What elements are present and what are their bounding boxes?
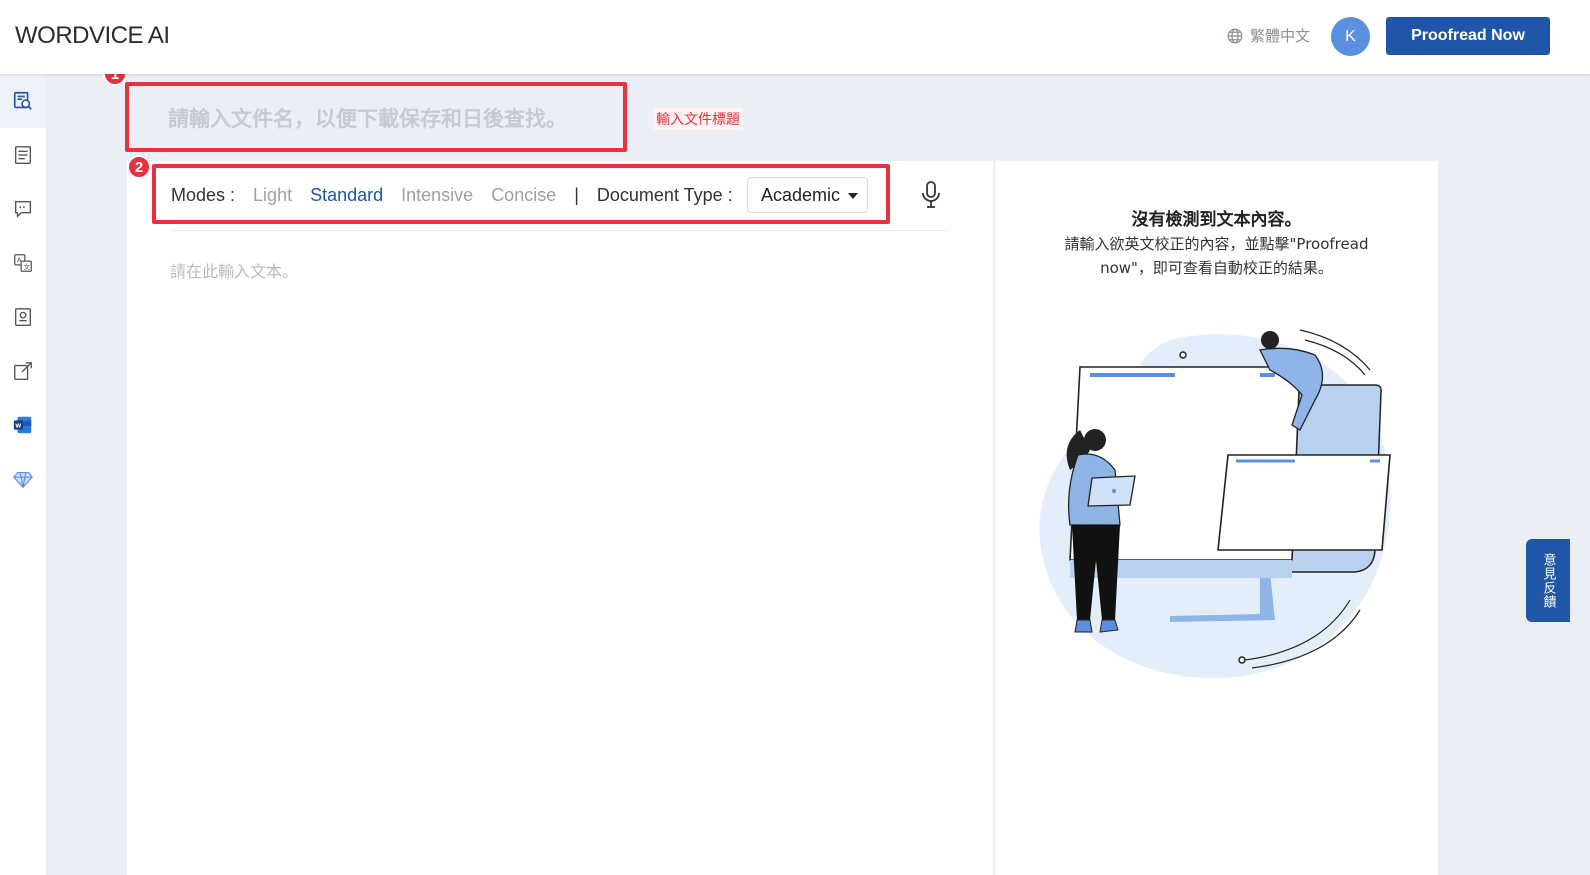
sidebar-item-paraphrase[interactable] <box>0 182 46 236</box>
mode-light[interactable]: Light <box>253 185 292 206</box>
sidebar-item-word[interactable]: W <box>0 398 46 452</box>
title-annotation: 輸入文件標題 <box>653 108 743 130</box>
caret-down-icon <box>848 193 858 199</box>
document-list-icon <box>14 146 32 164</box>
step-badge-2: 2 <box>127 155 151 179</box>
mode-standard[interactable]: Standard <box>310 185 383 206</box>
logo[interactable]: WORDVICE AI <box>15 22 170 50</box>
toolbar-divider <box>170 230 949 231</box>
empty-state-description: 請輸入欲英文校正的內容，並點擊"Proofread now"，即可查看自動校正的… <box>1064 235 1369 277</box>
sidebar-item-documents[interactable] <box>0 128 46 182</box>
empty-state-illustration <box>1039 329 1391 679</box>
microphone-icon[interactable] <box>920 180 942 210</box>
sidebar: A 文 W <box>0 74 46 875</box>
svg-text:W: W <box>15 423 21 429</box>
sidebar-item-external[interactable] <box>0 344 46 398</box>
word-app-icon: W <box>13 416 32 434</box>
sidebar-item-certificate[interactable] <box>0 290 46 344</box>
document-type-label: Document Type : <box>596 184 733 205</box>
svg-text:文: 文 <box>23 262 30 271</box>
certificate-icon <box>14 308 32 326</box>
empty-state-title: 沒有檢測到文本內容。 <box>1131 210 1302 230</box>
globe-icon <box>1227 28 1243 43</box>
proofread-search-icon <box>13 91 32 110</box>
language-selector[interactable]: 繁體中文 <box>1226 25 1310 46</box>
language-label: 繁體中文 <box>1250 28 1311 45</box>
external-link-icon <box>14 362 32 380</box>
sidebar-item-premium[interactable] <box>0 452 46 506</box>
sidebar-item-translate[interactable]: A 文 <box>0 236 46 290</box>
toolbar-separator: | <box>574 184 579 205</box>
feedback-tab[interactable]: 意見反饋 <box>1526 539 1570 622</box>
mode-concise[interactable]: Concise <box>491 185 556 206</box>
document-type-select[interactable]: Academic <box>747 177 868 213</box>
svg-text:A: A <box>17 256 22 264</box>
mode-toolbar: Modes : Light Standard Intensive Concise… <box>171 177 751 213</box>
document-title-input[interactable] <box>168 104 608 134</box>
chat-quote-icon <box>14 200 32 218</box>
mode-intensive[interactable]: Intensive <box>401 185 473 206</box>
translate-icon: A 文 <box>14 254 32 272</box>
user-avatar[interactable]: K <box>1331 17 1370 56</box>
text-input-area[interactable] <box>170 258 940 838</box>
diamond-icon <box>13 471 33 489</box>
document-type-value: Academic <box>761 184 841 205</box>
modes-label: Modes : <box>171 184 236 205</box>
top-header: WORDVICE AI 繁體中文 K Proofread Now <box>0 0 1590 74</box>
sidebar-item-proofread[interactable] <box>0 74 46 128</box>
proofread-now-button[interactable]: Proofread Now <box>1386 17 1550 55</box>
